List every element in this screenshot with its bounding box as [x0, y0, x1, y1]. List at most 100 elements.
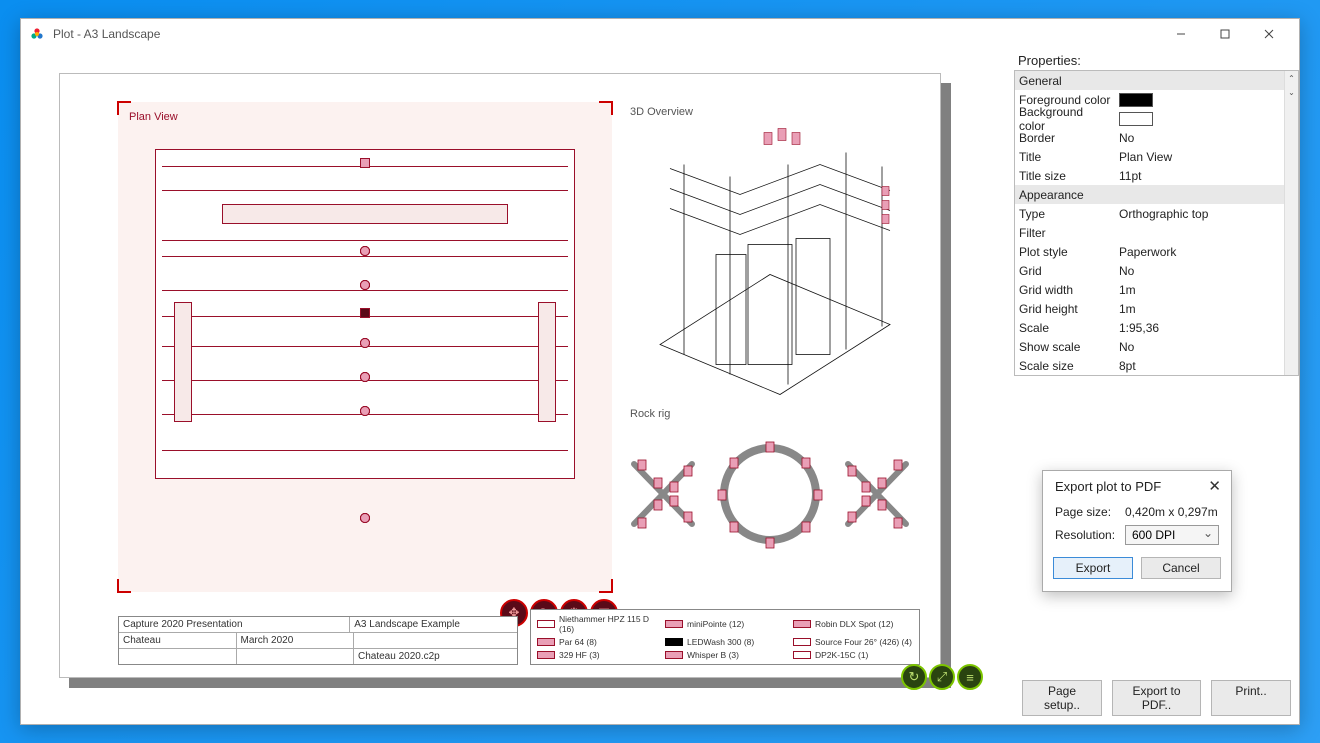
property-row[interactable]: Background color — [1015, 109, 1298, 128]
property-value[interactable]: 11pt — [1115, 169, 1298, 183]
3d-overview-title: 3D Overview — [630, 106, 693, 118]
property-value[interactable]: 1m — [1115, 283, 1298, 297]
property-row[interactable]: Show scaleNo — [1015, 337, 1298, 356]
refresh-icon[interactable]: ↻ — [901, 664, 927, 690]
scroll-up-icon[interactable]: ⌃ — [1285, 71, 1298, 85]
property-label: Scale size — [1015, 359, 1115, 373]
resolution-label: Resolution: — [1055, 528, 1119, 542]
dialog-close-icon[interactable]: ✕ — [1208, 477, 1221, 495]
legend-item: 329 HF (3) — [537, 650, 657, 660]
window-title: Plot - A3 Landscape — [53, 27, 1159, 41]
property-label: Title size — [1015, 169, 1115, 183]
print-button[interactable]: Print.. — [1211, 680, 1291, 716]
legend-swatch-icon — [793, 651, 811, 659]
menu-icon[interactable]: ≡ — [957, 664, 983, 690]
property-label: Border — [1015, 131, 1115, 145]
property-label: Grid width — [1015, 283, 1115, 297]
export-pdf-dialog: Export plot to PDF ✕ Page size: 0,420m x… — [1042, 470, 1232, 592]
resolution-select[interactable]: 600 DPI — [1125, 525, 1219, 545]
legend-label: Whisper B (3) — [687, 650, 739, 660]
property-row[interactable]: Grid height1m — [1015, 299, 1298, 318]
property-row[interactable]: Plot stylePaperwork — [1015, 242, 1298, 261]
property-label: Type — [1015, 207, 1115, 221]
property-value[interactable]: 8pt — [1115, 359, 1298, 373]
dialog-cancel-button[interactable]: Cancel — [1141, 557, 1221, 579]
legend-item: miniPointe (12) — [665, 614, 785, 634]
properties-grid[interactable]: ⌃ ⌄ GeneralForeground colorBackground co… — [1014, 70, 1299, 376]
legend-item: Robin DLX Spot (12) — [793, 614, 913, 634]
property-row[interactable]: Grid width1m — [1015, 280, 1298, 299]
legend-label: LEDWash 300 (8) — [687, 637, 754, 647]
property-row[interactable]: BorderNo — [1015, 128, 1298, 147]
app-icon — [29, 26, 45, 42]
property-value[interactable] — [1115, 112, 1298, 126]
property-label: Title — [1015, 150, 1115, 164]
legend-label: miniPointe (12) — [687, 619, 744, 629]
legend-label: 329 HF (3) — [559, 650, 600, 660]
property-value[interactable]: No — [1115, 131, 1298, 145]
legend-item: LEDWash 300 (8) — [665, 637, 785, 647]
title-block: Capture 2020 Presentation A3 Landscape E… — [118, 616, 518, 665]
property-value[interactable]: 1m — [1115, 302, 1298, 316]
property-row[interactable]: TypeOrthographic top — [1015, 204, 1298, 223]
rock-rig-drawing — [620, 404, 920, 584]
rock-rig-title: Rock rig — [630, 408, 670, 420]
properties-header: Properties: — [1014, 51, 1299, 70]
page-action-buttons: Page setup.. Export to PDF.. Print.. — [1014, 680, 1299, 716]
property-value[interactable]: No — [1115, 340, 1298, 354]
legend-swatch-icon — [665, 651, 683, 659]
legend-swatch-icon — [793, 620, 811, 628]
property-label: Show scale — [1015, 340, 1115, 354]
page-size-label: Page size: — [1055, 505, 1119, 519]
main-window: Plot - A3 Landscape Plan View — [20, 18, 1300, 725]
properties-scrollbar[interactable]: ⌃ ⌄ — [1284, 71, 1298, 375]
property-row[interactable]: Filter — [1015, 223, 1298, 242]
property-row[interactable]: Title size11pt — [1015, 166, 1298, 185]
3d-overview-region[interactable]: 3D Overview — [620, 102, 920, 407]
property-value[interactable]: Paperwork — [1115, 245, 1298, 259]
property-value[interactable]: No — [1115, 264, 1298, 278]
page-size-value: 0,420m x 0,297m — [1125, 505, 1219, 519]
property-group[interactable]: General — [1015, 71, 1298, 90]
property-row[interactable]: TitlePlan View — [1015, 147, 1298, 166]
property-label: Grid — [1015, 264, 1115, 278]
dialog-title: Export plot to PDF — [1055, 479, 1161, 494]
scroll-down-icon[interactable]: ⌄ — [1285, 85, 1298, 99]
color-swatch[interactable] — [1119, 112, 1153, 126]
plan-view-title: Plan View — [129, 111, 178, 123]
property-label: Background color — [1015, 105, 1115, 133]
legend-swatch-icon — [537, 651, 555, 659]
property-group[interactable]: Appearance — [1015, 185, 1298, 204]
legend-swatch-icon — [665, 620, 683, 628]
property-row[interactable]: Scale1:95,36 — [1015, 318, 1298, 337]
property-label: Filter — [1015, 226, 1115, 240]
export-to-pdf-button[interactable]: Export to PDF.. — [1112, 680, 1201, 716]
close-button[interactable] — [1247, 20, 1291, 48]
maximize-button[interactable] — [1203, 20, 1247, 48]
legend-swatch-icon — [537, 638, 555, 646]
property-value[interactable]: Plan View — [1115, 150, 1298, 164]
zoom-extents-icon[interactable]: ⤢ — [929, 664, 955, 690]
legend-item: Source Four 26° (426) (4) — [793, 637, 913, 647]
color-swatch[interactable] — [1119, 93, 1153, 107]
property-value[interactable]: 1:95,36 — [1115, 321, 1298, 335]
property-value[interactable]: Orthographic top — [1115, 207, 1298, 221]
legend-swatch-icon — [793, 638, 811, 646]
legend-label: Niethammer HPZ 115 D (16) — [559, 614, 657, 634]
preview-pane[interactable]: Plan View — [21, 49, 1009, 724]
minimize-button[interactable] — [1159, 20, 1203, 48]
legend-item: Niethammer HPZ 115 D (16) — [537, 614, 657, 634]
rock-rig-region[interactable]: Rock rig — [620, 404, 920, 584]
property-label: Plot style — [1015, 245, 1115, 259]
page-setup-button[interactable]: Page setup.. — [1022, 680, 1102, 716]
legend-label: DP2K-15C (1) — [815, 650, 868, 660]
plan-view-region[interactable]: Plan View — [118, 102, 612, 592]
property-value[interactable] — [1115, 93, 1298, 107]
dialog-export-button[interactable]: Export — [1053, 557, 1133, 579]
legend-item: DP2K-15C (1) — [793, 650, 913, 660]
property-row[interactable]: Scale size8pt — [1015, 356, 1298, 375]
plan-drawing — [155, 149, 575, 479]
property-row[interactable]: GridNo — [1015, 261, 1298, 280]
legend-label: Robin DLX Spot (12) — [815, 619, 893, 629]
property-label: Scale — [1015, 321, 1115, 335]
